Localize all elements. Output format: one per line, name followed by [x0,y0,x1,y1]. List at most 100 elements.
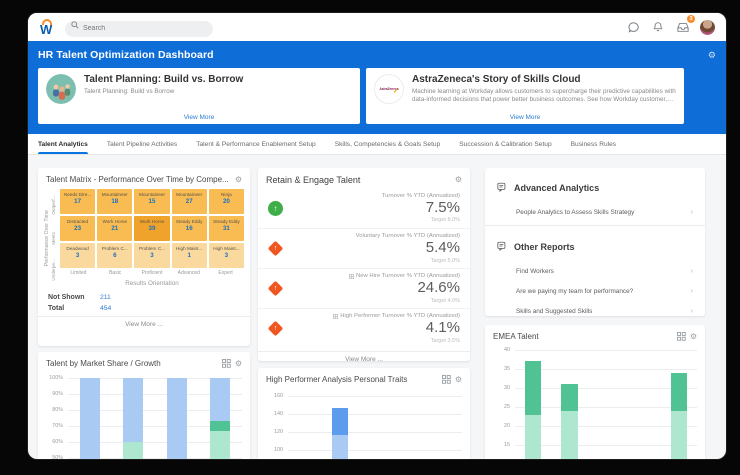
chart-tick-label: 15 [487,442,510,448]
matrix-cell[interactable]: Work Horse39 [134,216,169,241]
chart-bar-segment[interactable] [80,378,100,459]
report-link[interactable]: Are we paying my team for performance?› [485,281,705,301]
inbox-icon[interactable]: 3 [675,19,691,35]
matrix-cell[interactable]: Problem C...3 [134,243,169,268]
kpi-value: 4.1% [290,320,460,337]
matrix-cell[interactable]: Ninja20 [209,189,244,214]
card-settings-gear-icon[interactable]: ⚙︎ [455,176,462,184]
chat-icon[interactable] [625,19,641,35]
card-settings-gear-icon[interactable]: ⚙︎ [235,360,242,368]
chart-bar-segment[interactable] [671,373,687,411]
matrix-cell[interactable]: Deadwood3 [60,243,95,268]
matrix-cell[interactable]: Mountaineer18 [97,189,132,214]
chart-bar-segment[interactable] [561,411,577,459]
matrix-cell[interactable]: Steady Eddy16 [172,216,207,241]
chart-bar-segment[interactable] [525,415,541,459]
kpi-label: Turnover % YTD (Annualized) [290,193,460,199]
chart-bar-segment[interactable] [332,408,348,435]
matrix-cell-value: 27 [172,198,207,205]
notifications-bell-icon[interactable] [650,19,666,35]
chart-tick-label: 60% [40,439,63,445]
tab-talent-pipeline-activities[interactable]: Talent Pipeline Activities [107,134,177,154]
chart-bar-segment[interactable] [210,421,230,431]
banner-view-more-link[interactable]: View More [366,114,684,121]
chart-bar-segment[interactable] [561,384,577,411]
matrix-col-label: Basic [97,270,134,276]
chart-type-icon[interactable] [222,359,231,368]
matrix-cell[interactable]: Mountaineer27 [172,189,207,214]
view-more-link[interactable]: View More ... [38,316,250,332]
profile-avatar[interactable] [700,20,715,35]
matrix-cell[interactable]: Work Horse21 [97,216,132,241]
kpi-row[interactable]: ↑Turnover % YTD (Annualized)7.5%Target 8… [258,188,470,228]
not-shown-label: Not Shown [48,294,100,301]
matrix-cell-value: 16 [172,225,207,232]
banner-card-astrazeneca[interactable]: AstraZeneca AstraZeneca's Story of Skill… [366,68,684,124]
chart-tick-label: 50% [40,455,63,459]
search-icon [71,21,79,29]
matrix-cell[interactable]: High Maint...1 [172,243,207,268]
kpi-row[interactable]: ↑ High Performer Turnover % YTD (Annuali… [258,308,470,348]
not-shown-value[interactable]: 211 [100,294,111,301]
chart-tick-label: 100 [260,447,283,453]
banner-view-more-link[interactable]: View More [38,114,360,121]
kpi-target: Target 5.0% [290,258,460,264]
chart-bar-segment[interactable] [210,431,230,459]
search-input[interactable] [65,21,213,37]
tab-talent-analytics[interactable]: Talent Analytics [38,134,88,154]
matrix-row-labels: Outperf...MeetsUnderpe... [51,189,60,287]
view-more-link[interactable]: View More ... [258,351,470,361]
tab-skills-competencies-goals-setup[interactable]: Skills, Competencies & Goals Setup [335,134,441,154]
chart-bar-segment[interactable] [210,378,230,421]
card-settings-gear-icon[interactable]: ⚙︎ [690,333,697,341]
chart-bar-segment[interactable] [525,361,541,414]
kpi-row[interactable]: ↑ New Hire Turnover % YTD (Annualized)24… [258,268,470,308]
card-emea-talent: EMEA Talent ⚙︎ 403530252015 [485,325,705,459]
reports-panel-body: Advanced AnalyticsPeople Analytics to As… [485,168,705,316]
matrix-cell[interactable]: Steady Eddy31 [209,216,244,241]
chart-bar-segment[interactable] [332,435,348,459]
kpi-row[interactable]: ↑Voluntary Turnover % YTD (Annualized)5.… [258,228,470,268]
tabs-bar: Talent Analytics Talent Pipeline Activiti… [28,134,726,155]
total-label: Total [48,305,100,312]
matrix-cell[interactable]: Needs Dire...17 [60,189,95,214]
page-title: HR Talent Optimization Dashboard [38,49,214,61]
report-link[interactable]: Find Workers› [485,261,705,281]
chart-bar-segment[interactable] [123,442,143,459]
tab-succession-calibration-setup[interactable]: Succession & Calibration Setup [459,134,551,154]
card-settings-gear-icon[interactable]: ⚙︎ [455,376,462,384]
matrix-cell-name: Work Horse [134,219,169,224]
total-value[interactable]: 454 [100,305,111,312]
workday-logo[interactable]: W [39,18,56,36]
report-link[interactable]: People Analytics to Assess Skills Strate… [485,202,705,222]
report-link-label: Skills and Suggested Skills [516,308,690,315]
chart-tick-label: 25 [487,404,510,410]
matrix-cell-name: Mountaineer [172,192,207,197]
matrix-cell-value: 6 [97,252,132,259]
matrix-cell[interactable]: Mountaineer15 [134,189,169,214]
banner-card-talent-planning[interactable]: Talent Planning: Build vs. Borrow Talent… [38,68,360,124]
chart-bar-segment[interactable] [167,378,187,459]
chart-bar-segment[interactable] [123,378,143,442]
banner-title: AstraZeneca's Story of Skills Cloud [412,74,676,86]
card-settings-gear-icon[interactable]: ⚙︎ [235,176,242,184]
chart-tick-label: 40 [487,347,510,353]
matrix-cell-name: Distracted [60,219,95,224]
matrix-col-labels: LimitedBasicProficientAdvancedExpert [60,270,244,276]
kpi-up-circle-icon: ↑ [268,201,290,216]
card-title: Talent by Market Share / Growth [46,359,217,368]
report-section-icon [497,179,507,197]
chart-type-icon[interactable] [442,375,451,384]
dashboard-settings-gear-icon[interactable]: ⚙︎ [708,50,716,61]
matrix-cell[interactable]: Distracted23 [60,216,95,241]
report-link[interactable]: Skills and Suggested Skills› [485,301,705,316]
tab-talent-performance-enablement-setup[interactable]: Talent & Performance Enablement Setup [196,134,316,154]
chart-bar-segment[interactable] [671,411,687,459]
tab-business-rules[interactable]: Business Rules [571,134,616,154]
matrix-cell[interactable]: Problem C...6 [97,243,132,268]
section-header: Advanced Analytics [485,170,705,202]
search-wrap [65,17,213,37]
chart-type-icon[interactable] [677,332,686,341]
dashboard-content: Talent Matrix - Performance Over Time by… [28,155,726,459]
matrix-cell[interactable]: High Maint...3 [209,243,244,268]
